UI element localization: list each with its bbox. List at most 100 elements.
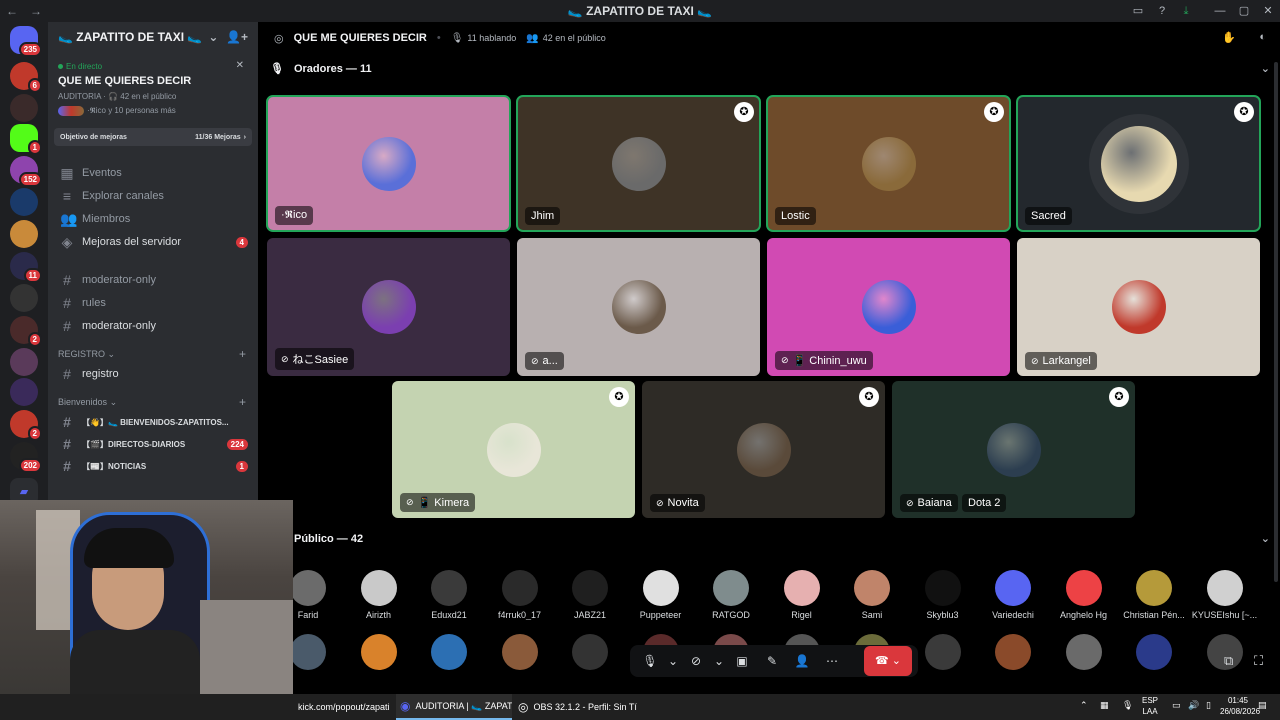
channel-registro[interactable]: # registro — [48, 363, 258, 385]
inbox-icon[interactable]: ▭ — [1130, 3, 1146, 19]
notification-icon[interactable]: ▤ — [1258, 700, 1267, 711]
audience-member[interactable] — [414, 634, 484, 670]
close-window-icon[interactable]: ✕ — [1260, 3, 1276, 19]
activity-icon[interactable]: ✎ — [758, 648, 786, 674]
audience-member[interactable]: Christian Pén... — [1119, 570, 1189, 620]
speaker-tile[interactable]: Sacred ✪ — [1016, 95, 1261, 232]
kick-server-icon[interactable]: 1 — [10, 124, 42, 155]
audience-member[interactable]: Sami — [837, 570, 907, 620]
server-icon[interactable]: 2 — [10, 316, 42, 347]
taskbar-item-browser[interactable]: kick.com/popout/zapati — [298, 694, 390, 720]
back-icon[interactable]: ← — [0, 4, 24, 18]
volume-icon[interactable]: 🔊 — [1188, 700, 1199, 711]
add-channel-icon[interactable]: + — [239, 347, 246, 361]
more-options-icon[interactable]: ⋯ — [818, 648, 846, 674]
audience-member[interactable]: Puppeteer — [626, 570, 696, 620]
speaker-tile[interactable]: ·𝕽ico — [266, 95, 511, 232]
server-header[interactable]: 🥿 ZAPATITO DE TAXI 🥿 ⌄ 👤+ — [48, 22, 258, 52]
server-icon[interactable]: 152 — [10, 156, 42, 187]
server-icon[interactable] — [10, 94, 38, 122]
server-icon[interactable] — [10, 284, 38, 312]
battery-icon[interactable]: ▯ — [1206, 700, 1211, 711]
audience-member[interactable] — [908, 634, 978, 670]
speaker-tile[interactable]: ⊘ ねこSasiee — [267, 238, 510, 376]
speaker-tile[interactable]: ⊘ 📱 Chinin_uwu — [767, 238, 1010, 376]
popout-icon[interactable]: ⧉ — [1224, 653, 1233, 669]
chevron-down-icon[interactable]: ⌄ — [1261, 62, 1270, 75]
audience-member[interactable]: Rigel — [767, 570, 837, 620]
audience-member[interactable] — [485, 634, 555, 670]
audience-member[interactable]: Skyblu3 — [908, 570, 978, 620]
taskbar-item-discord[interactable]: ◉ AUDITORIA | 🥿 ZAPATI — [396, 694, 512, 720]
speaker-tile[interactable]: ⊘ Novita ✪ — [642, 381, 885, 518]
add-channel-icon[interactable]: + — [239, 395, 246, 409]
audience-member[interactable] — [1049, 634, 1119, 670]
request-to-speak-icon[interactable]: ◐ — [1259, 31, 1266, 43]
channel-moderator-only[interactable]: # moderator-only — [48, 269, 258, 291]
tray-mic-icon[interactable]: 🎙 — [1122, 700, 1133, 711]
audience-header[interactable]: Público — 42 ⌄ — [294, 532, 1270, 546]
forward-icon[interactable]: → — [24, 4, 48, 18]
taskbar-item-obs[interactable]: ◎ OBS 32.1.2 - Perfil: Sin Tí — [518, 694, 637, 720]
boost-goal[interactable]: Objetivo de mejoras 11/36 Mejoras › — [54, 128, 252, 146]
audience-member[interactable]: Eduxd21 — [414, 570, 484, 620]
audience-member[interactable]: Variedechi — [978, 570, 1048, 620]
nav-server-boosts[interactable]: ◈ Mejoras del servidor 4 — [48, 231, 258, 253]
channel-bienvenidos[interactable]: # 【👋】🥿 BIENVENIDOS-ZAPATITOS... — [48, 411, 258, 433]
audience-member[interactable]: f4rruk0_17 — [485, 570, 555, 620]
speaker-tile[interactable]: ⊘ a... — [517, 238, 760, 376]
speaker-tile[interactable]: ⊘ Larkangel — [1017, 238, 1260, 376]
nav-events[interactable]: ▦ Eventos — [48, 162, 258, 184]
audience-member[interactable]: KYUSEIshu [~... — [1190, 570, 1260, 620]
audience-member[interactable]: Anghelo Hg — [1049, 570, 1119, 620]
server-icon[interactable] — [10, 378, 38, 406]
disconnect-button[interactable]: ☎ ⌄ — [864, 646, 912, 676]
audience-member[interactable] — [344, 634, 414, 670]
server-icon[interactable]: 2 — [10, 410, 42, 441]
server-icon[interactable]: 202 — [10, 442, 42, 473]
speakers-header[interactable]: 🎙 Oradores — 11 ⌄ — [270, 62, 1270, 76]
audience-member[interactable] — [1119, 634, 1189, 670]
speaker-tile[interactable]: ⊘ 📱 Kimera ✪ — [392, 381, 635, 518]
audience-member[interactable]: Airizth — [344, 570, 414, 620]
server-icon[interactable]: 11 — [10, 252, 42, 283]
server-icon[interactable] — [10, 348, 38, 376]
invite-speaker-icon[interactable]: 👤 — [788, 648, 816, 674]
invite-icon[interactable]: 👤+ — [226, 30, 248, 44]
live-stage-card[interactable]: En directo ✕ QUE ME QUIERES DECIR AUDITO… — [54, 56, 252, 122]
server-icon[interactable] — [10, 188, 38, 216]
audience-member[interactable] — [555, 634, 625, 670]
tray-chevron-icon[interactable]: ⌃ — [1080, 700, 1088, 711]
tray-app-icon[interactable]: ▦ — [1100, 700, 1109, 711]
maximize-icon[interactable]: ▢ — [1236, 3, 1252, 19]
minimize-icon[interactable]: — — [1212, 3, 1228, 19]
category-registro[interactable]: REGISTRO ⌄ + — [48, 345, 258, 363]
speaker-tile[interactable]: Jhim ✪ — [516, 95, 761, 232]
chevron-down-icon[interactable]: ⌄ — [712, 648, 726, 674]
audience-member[interactable]: JABZ21 — [555, 570, 625, 620]
help-icon[interactable]: ? — [1154, 3, 1170, 19]
channel-noticias[interactable]: # 【📰】NOTICIAS 1 — [48, 455, 258, 477]
nav-browse-channels[interactable]: ≡ Explorar canales — [48, 185, 258, 207]
raised-hands-icon[interactable]: ✋ — [1222, 31, 1236, 44]
network-icon[interactable]: ▭ — [1172, 700, 1181, 711]
speaker-tile[interactable]: Lostic ✪ — [766, 95, 1011, 232]
camera-off-icon[interactable]: ⊘ — [682, 648, 710, 674]
nav-members[interactable]: 👥 Miembros — [48, 208, 258, 230]
clock[interactable]: 01:45 26/08/2026 — [1220, 695, 1260, 717]
fullscreen-icon[interactable]: ⛶ — [1254, 653, 1263, 669]
stage-scrollbar[interactable] — [1274, 62, 1278, 582]
server-icon[interactable]: 6 — [10, 62, 42, 93]
close-icon[interactable]: ✕ — [236, 60, 244, 71]
chevron-down-icon[interactable]: ⌄ — [1261, 532, 1270, 545]
audience-member[interactable]: RATGOD — [696, 570, 766, 620]
mic-icon[interactable]: 🎙 — [636, 648, 664, 674]
chevron-down-icon[interactable]: ⌄ — [666, 648, 680, 674]
channel-directos-diarios[interactable]: # 【🎬】DIRECTOS-DIARIOS 224 — [48, 433, 258, 455]
direct-messages-icon[interactable]: 235 — [10, 26, 42, 57]
share-screen-icon[interactable]: ▣ — [728, 648, 756, 674]
download-icon[interactable]: ⤓ — [1178, 3, 1194, 19]
speaker-tile[interactable]: ⊘ Baiana ✪ Dota 2 — [892, 381, 1135, 518]
language-indicator[interactable]: ESP LAA — [1142, 695, 1158, 717]
category-bienvenidos[interactable]: Bienvenidos ⌄ + — [48, 393, 258, 411]
